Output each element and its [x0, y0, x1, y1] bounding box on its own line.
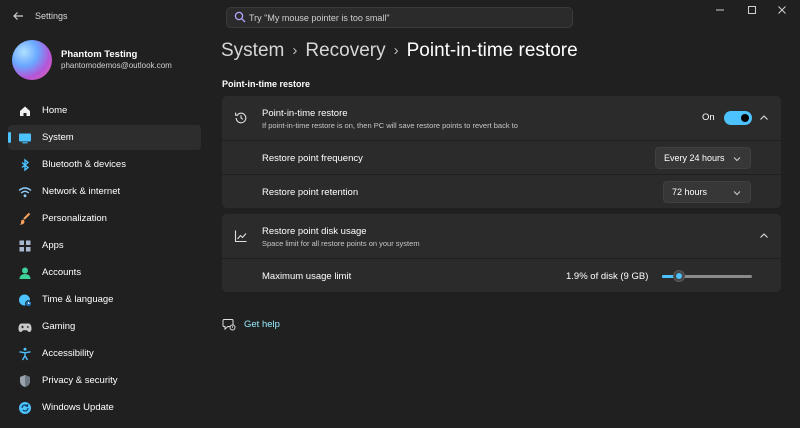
- apps-icon: [17, 238, 33, 254]
- profile-email: phantomodemos@outlook.com: [61, 61, 172, 70]
- chevron-down-icon: [733, 191, 741, 196]
- sidebar-item-label: Gaming: [42, 321, 76, 332]
- breadcrumb-separator: ›: [393, 42, 399, 59]
- restore-card: Point-in-time restore If point-in-time r…: [222, 96, 781, 208]
- sidebar-item-home[interactable]: Home: [8, 98, 201, 123]
- chevron-down-icon: [733, 157, 741, 162]
- chevron-up-icon[interactable]: [759, 113, 769, 123]
- sidebar-item-label: Personalization: [42, 213, 107, 224]
- app-title: Settings: [35, 11, 68, 21]
- sidebar-item-privacy-security[interactable]: Privacy & security: [8, 368, 201, 393]
- arrow-left-icon: [13, 12, 23, 20]
- brush-icon: [17, 211, 33, 227]
- sidebar-item-bluetooth[interactable]: Bluetooth & devices: [8, 152, 201, 177]
- back-button[interactable]: [8, 8, 28, 26]
- maximize-icon: [748, 6, 756, 14]
- sidebar-item-time-language[interactable]: Time & language: [8, 287, 201, 312]
- breadcrumb-separator: ›: [292, 42, 298, 59]
- avatar[interactable]: [12, 40, 52, 80]
- sidebar-item-network[interactable]: Network & internet: [8, 179, 201, 204]
- help-chat-icon: [222, 319, 236, 331]
- sidebar-item-label: Apps: [42, 240, 64, 251]
- retention-label: Restore point retention: [262, 187, 359, 198]
- restore-card-header[interactable]: Point-in-time restore If point-in-time r…: [222, 96, 781, 140]
- retention-row: Restore point retention 72 hours: [222, 174, 781, 208]
- close-button[interactable]: [770, 4, 794, 20]
- breadcrumb-recovery[interactable]: Recovery: [305, 40, 385, 61]
- sidebar-item-label: Windows Update: [42, 402, 114, 413]
- sidebar-item-accessibility[interactable]: Accessibility: [8, 341, 201, 366]
- frequency-value: Every 24 hours: [664, 153, 725, 163]
- get-help-link[interactable]: Get help: [244, 319, 280, 330]
- sidebar-item-label: Time & language: [42, 294, 114, 305]
- sidebar-item-personalization[interactable]: Personalization: [8, 206, 201, 231]
- bluetooth-icon: [17, 157, 33, 173]
- wifi-icon: [17, 184, 33, 200]
- sidebar-item-system[interactable]: System: [8, 125, 201, 150]
- section-title: Point-in-time restore: [222, 79, 311, 89]
- sidebar-item-label: Accessibility: [42, 348, 94, 359]
- restore-title: Point-in-time restore: [262, 108, 348, 119]
- profile-name: Phantom Testing: [61, 49, 138, 60]
- sidebar-item-label: Network & internet: [42, 186, 121, 197]
- max-usage-label: Maximum usage limit: [262, 271, 352, 282]
- sidebar-nav: Home System Bluetooth & devices Network …: [8, 98, 201, 422]
- retention-value: 72 hours: [672, 187, 708, 197]
- restore-toggle[interactable]: [724, 111, 752, 125]
- breadcrumb-system[interactable]: System: [221, 40, 284, 61]
- disk-usage-header[interactable]: Restore point disk usage Space limit for…: [222, 214, 781, 258]
- minimize-button[interactable]: [708, 4, 732, 20]
- person-icon: [17, 265, 33, 281]
- maximize-button[interactable]: [740, 4, 764, 20]
- sidebar-item-label: Home: [42, 105, 68, 116]
- sidebar-item-label: System: [42, 132, 74, 143]
- disk-usage-title: Restore point disk usage: [262, 226, 367, 237]
- get-help[interactable]: Get help: [222, 316, 280, 332]
- breadcrumb: System › Recovery › Point-in-time restore: [221, 40, 578, 62]
- restore-description: If point-in-time restore is on, then PC …: [262, 121, 518, 130]
- sidebar-item-windows-update[interactable]: Windows Update: [8, 395, 201, 420]
- sidebar-item-label: Accounts: [42, 267, 82, 278]
- chevron-up-icon[interactable]: [759, 231, 769, 241]
- frequency-label: Restore point frequency: [262, 153, 363, 164]
- minimize-icon: [716, 9, 724, 11]
- slider-thumb[interactable]: [673, 270, 686, 282]
- sidebar-item-label: Privacy & security: [42, 375, 118, 386]
- retention-dropdown[interactable]: 72 hours: [663, 181, 751, 203]
- toggle-knob: [741, 114, 749, 122]
- close-icon: [778, 6, 786, 14]
- chart-line-icon: [234, 230, 247, 243]
- home-icon: [17, 103, 33, 119]
- title-bar: Settings: [0, 0, 800, 34]
- sidebar-item-apps[interactable]: Apps: [8, 233, 201, 258]
- accessibility-icon: [17, 346, 33, 362]
- restore-clock-icon: [235, 112, 247, 124]
- system-icon: [17, 130, 33, 146]
- usage-value: 1.9% of disk (9 GB): [566, 271, 649, 282]
- page-title: Point-in-time restore: [406, 40, 578, 61]
- usage-slider[interactable]: [662, 268, 752, 284]
- sidebar-item-label: Bluetooth & devices: [42, 159, 126, 170]
- sidebar-item-gaming[interactable]: Gaming: [8, 314, 201, 339]
- search-icon: [234, 11, 246, 23]
- update-icon: [17, 400, 33, 416]
- frequency-row: Restore point frequency Every 24 hours: [222, 140, 781, 174]
- search-box[interactable]: [226, 7, 573, 28]
- gamepad-icon: [17, 319, 33, 335]
- frequency-dropdown[interactable]: Every 24 hours: [655, 147, 751, 169]
- toggle-state-label: On: [702, 112, 715, 123]
- disk-usage-description: Space limit for all restore points on yo…: [262, 239, 420, 248]
- globe-clock-icon: [17, 292, 33, 308]
- shield-icon: [17, 373, 33, 389]
- sidebar-item-accounts[interactable]: Accounts: [8, 260, 201, 285]
- search-input[interactable]: [249, 10, 559, 25]
